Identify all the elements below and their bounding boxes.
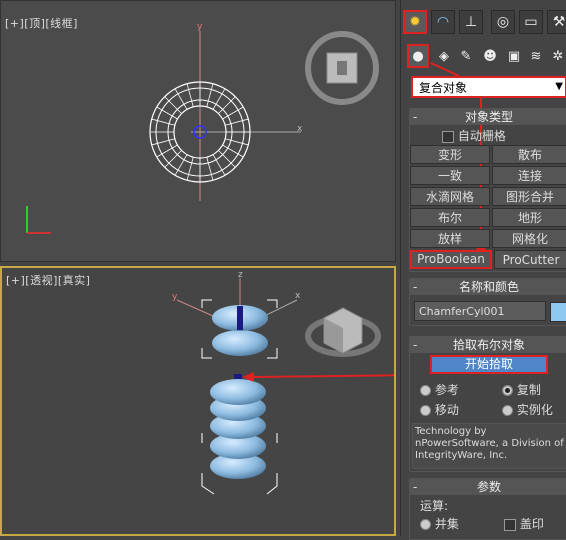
shapes-icon[interactable]: ◈ — [433, 44, 455, 68]
parameters-header[interactable]: - 参数 — [410, 479, 566, 495]
panel-tabs: ✹ ◠ ⊥ ◎ ▭ ⚒ — [401, 10, 566, 38]
connect-button[interactable]: 连接 — [492, 166, 566, 185]
perspective-viewport[interactable]: [+][透视][真实] z y x — [0, 266, 396, 536]
svg-text:z: z — [238, 270, 243, 280]
pick-boolean-rollout: - 拾取布尔对象 开始拾取 参考 复制 移动 实例化 Technology by … — [409, 336, 566, 472]
command-panel: ✹ ◠ ⊥ ◎ ▭ ⚒ ● ◈ ✎ ☻ ▣ ≋ ✲ 复合对象 ▼ - 对象类型 自… — [400, 0, 566, 540]
top-viewport[interactable]: [+][顶][线框] y x — [0, 0, 396, 262]
object-type-header[interactable]: - 对象类型 — [410, 109, 566, 125]
object-type-rollout: - 对象类型 自动栅格 变形 散布 一致 连接 水滴网格 图形合并 布尔 地形 放… — [409, 108, 566, 272]
svg-text:y: y — [197, 22, 203, 32]
geometry-icon[interactable]: ● — [407, 44, 429, 68]
object-color-swatch[interactable] — [550, 302, 566, 322]
svg-text:x: x — [295, 291, 301, 301]
procutter-button[interactable]: ProCutter — [494, 250, 566, 269]
cameras-icon[interactable]: ☻ — [479, 44, 501, 68]
category-dropdown[interactable]: 复合对象 ▼ — [411, 76, 566, 98]
blobmesh-button[interactable]: 水滴网格 — [410, 187, 490, 206]
start-picking-button[interactable]: 开始拾取 — [430, 355, 548, 374]
copy-radio[interactable]: 复制 — [502, 381, 541, 398]
mesher-button[interactable]: 网格化 — [492, 229, 566, 248]
modify-tab-icon[interactable]: ◠ — [431, 10, 455, 34]
parameters-rollout: - 参数 运算: 并集 盖印 — [409, 478, 566, 540]
category-dropdown-value: 复合对象 — [419, 81, 468, 95]
systems-icon[interactable]: ✲ — [547, 44, 566, 68]
autogrid-checkbox[interactable]: 自动栅格 — [442, 127, 506, 144]
spacewarps-icon[interactable]: ≋ — [525, 44, 547, 68]
conform-button[interactable]: 一致 — [410, 166, 490, 185]
create-subtabs: ● ◈ ✎ ☻ ▣ ≋ ✲ — [401, 44, 566, 70]
name-color-header[interactable]: - 名称和颜色 — [410, 279, 566, 295]
top-viewport-scene: y x — [26, 22, 379, 234]
name-color-rollout: - 名称和颜色 ChamferCyl001 — [409, 278, 566, 326]
boolean-button[interactable]: 布尔 — [410, 208, 490, 227]
create-tab-icon[interactable]: ✹ — [403, 10, 427, 34]
persp-viewport-scene: z y x — [172, 270, 394, 495]
helpers-icon[interactable]: ▣ — [503, 44, 525, 68]
scatter-button[interactable]: 散布 — [492, 145, 566, 164]
chevron-down-icon[interactable]: ▼ — [555, 81, 563, 92]
proboolean-button[interactable]: ProBoolean — [410, 250, 492, 269]
operation-label: 运算: — [420, 499, 449, 513]
object-name-field[interactable]: ChamferCyl001 — [414, 301, 546, 321]
terrain-button[interactable]: 地形 — [492, 208, 566, 227]
reference-radio[interactable]: 参考 — [420, 381, 459, 398]
credits-text: Technology by nPowerSoftware, a Division… — [412, 423, 566, 469]
display-tab-icon[interactable]: ▭ — [519, 10, 543, 34]
move-radio[interactable]: 移动 — [420, 401, 459, 418]
motion-tab-icon[interactable]: ◎ — [491, 10, 515, 34]
utilities-tab-icon[interactable]: ⚒ — [547, 10, 566, 34]
loft-button[interactable]: 放样 — [410, 229, 490, 248]
instance-radio[interactable]: 实例化 — [502, 401, 553, 418]
lights-icon[interactable]: ✎ — [455, 44, 477, 68]
svg-text:x: x — [297, 124, 303, 134]
union-radio[interactable]: 并集 — [420, 515, 459, 532]
imprint-checkbox[interactable]: 盖印 — [504, 515, 544, 532]
pick-boolean-header[interactable]: - 拾取布尔对象 — [410, 337, 566, 353]
shapemerge-button[interactable]: 图形合并 — [492, 187, 566, 206]
morph-button[interactable]: 变形 — [410, 145, 490, 164]
hierarchy-tab-icon[interactable]: ⊥ — [459, 10, 483, 34]
svg-text:y: y — [172, 292, 178, 302]
